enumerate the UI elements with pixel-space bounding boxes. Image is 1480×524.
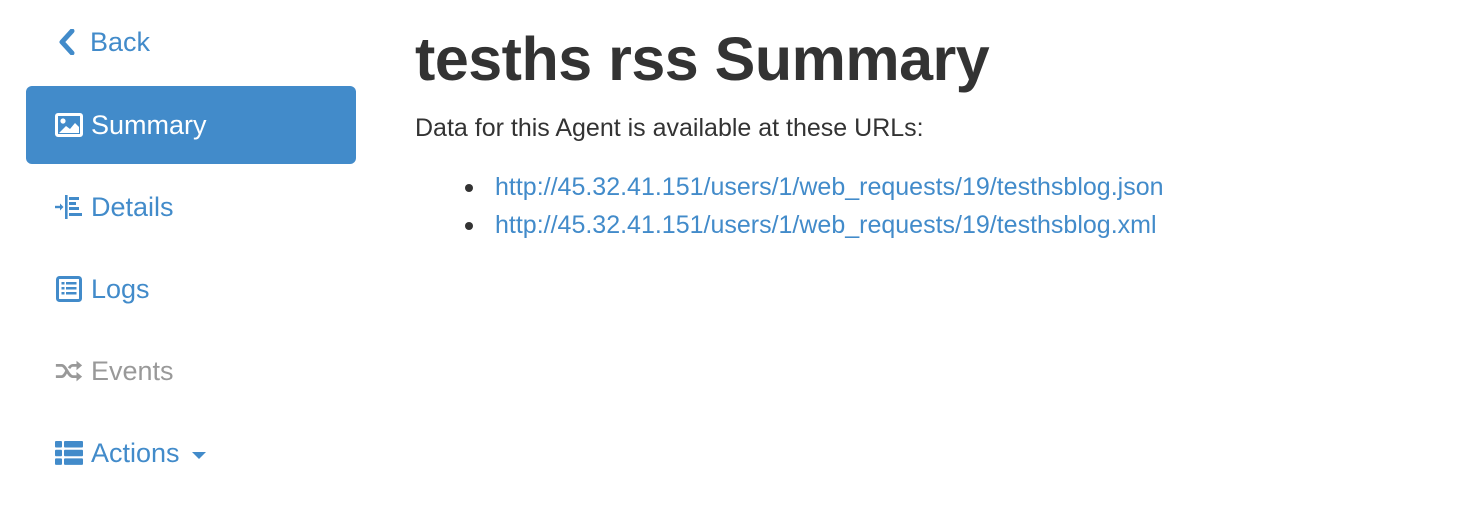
sidebar-item-events: Events	[26, 332, 356, 410]
sidebar-item-label: Details	[91, 191, 174, 222]
sidebar-item-label: Actions	[91, 437, 180, 468]
sidebar-item-details[interactable]: Details	[26, 168, 356, 246]
sidebar-item-logs[interactable]: Logs	[26, 250, 356, 328]
random-icon	[54, 356, 84, 386]
caret-down-icon	[191, 451, 206, 459]
indent-icon	[54, 192, 84, 222]
list-item: http://45.32.41.151/users/1/web_requests…	[415, 168, 1164, 206]
json-url-link[interactable]: http://45.32.41.151/users/1/web_requests…	[495, 173, 1164, 201]
page: Back Summary Details Logs Events Actions…	[0, 0, 1480, 524]
list-alt-icon	[54, 274, 84, 304]
list-item: http://45.32.41.151/users/1/web_requests…	[415, 206, 1164, 244]
xml-url-link[interactable]: http://45.32.41.151/users/1/web_requests…	[495, 211, 1157, 239]
sidebar-item-label: Summary	[91, 109, 207, 140]
back-link[interactable]: Back	[26, 4, 356, 80]
back-label: Back	[90, 26, 151, 57]
sidebar-item-label: Logs	[91, 273, 150, 304]
bullet-icon	[465, 184, 473, 192]
actions-dropdown[interactable]: Actions	[26, 414, 356, 492]
bullet-icon	[465, 222, 473, 230]
url-list: http://45.32.41.151/users/1/web_requests…	[415, 168, 1164, 244]
th-list-icon	[54, 438, 84, 468]
sidebar-item-label: Events	[91, 355, 174, 386]
sidebar-item-summary[interactable]: Summary	[26, 86, 356, 164]
chevron-left-icon	[54, 27, 80, 57]
intro-text: Data for this Agent is available at thes…	[415, 114, 924, 142]
image-icon	[54, 110, 84, 140]
page-title: tesths rss Summary	[415, 25, 990, 93]
